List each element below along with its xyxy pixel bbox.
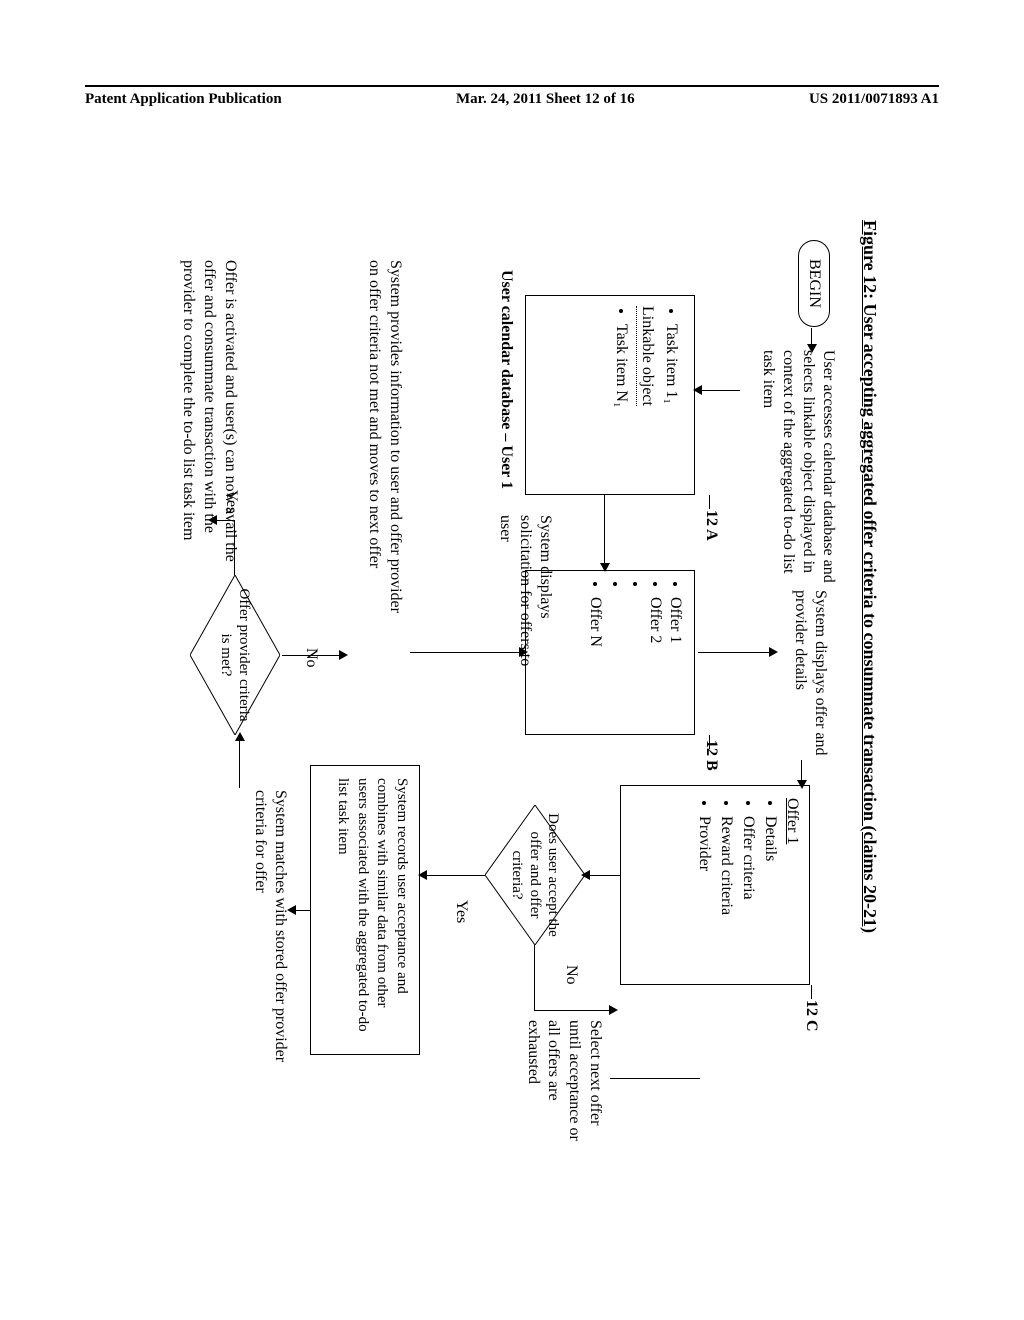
box-12b: Offer 1 Offer 2 Offer N (525, 570, 695, 735)
select-next-text: Select next offer until acceptance or al… (522, 1020, 605, 1150)
box-12a: Task item 1₁ Linkable object Task item N… (525, 295, 695, 495)
figure-rotated-wrapper: Figure 12: User accepting aggregated off… (30, 310, 970, 1070)
detail-item: Details (761, 816, 779, 972)
offer-activated-text: Offer is activated and user(s) can now a… (178, 260, 240, 580)
offer-item (606, 597, 624, 726)
arrow-line (709, 495, 710, 509)
no-label: No (302, 648, 320, 668)
label-12c: 12 C (802, 1000, 820, 1032)
match-text: System matches with stored offer provide… (250, 790, 290, 1070)
arrow-line (709, 735, 710, 749)
box-12a-caption: User calendar database – User 1 (497, 270, 515, 489)
yes-label: Yes (452, 900, 470, 923)
detail-item: Reward criteria (717, 816, 735, 972)
decision-criteria-met: Offer provider criteria is met? (190, 575, 280, 735)
arrow-line (700, 390, 740, 391)
box-12c: Offer 1 Details Offer criteria Reward cr… (620, 785, 810, 985)
offer-item: Offer N (586, 597, 604, 726)
arrow-head-icon (339, 650, 348, 660)
arrow-head-icon (519, 647, 528, 657)
offer-item: Offer 2 (646, 597, 664, 726)
arrow-line (801, 760, 802, 782)
date-sheet: Mar. 24, 2011 Sheet 12 of 16 (456, 91, 635, 108)
arrow-line (425, 875, 485, 876)
begin-node: BEGIN (798, 240, 830, 327)
arrow-line (294, 910, 310, 911)
arrow-head-icon (807, 344, 817, 353)
detail-item: Provider (695, 816, 713, 972)
detail-item: Offer criteria (739, 816, 757, 972)
decision-accept-offer: Does user accept the offer and offer cri… (485, 805, 585, 945)
pub-label: Patent Application Publication (85, 91, 282, 108)
arrow-line (410, 652, 520, 653)
provider-info-text: System provides information to user and … (363, 260, 405, 630)
arrow-line (534, 945, 535, 1010)
display-offer-text: System displays offer and provider detai… (790, 590, 830, 760)
offer-heading: Offer 1 (784, 798, 801, 844)
task-item: Task item 1₁ (662, 324, 680, 484)
access-calendar-text: User accesses calendar database and sele… (758, 350, 838, 590)
task-item: Task item N₁ (612, 324, 630, 484)
arrow-line (534, 1010, 610, 1011)
figure-title: Figure 12: User accepting aggregated off… (859, 220, 880, 933)
arrow-head-icon (769, 647, 778, 657)
arrow-line (698, 652, 770, 653)
arrow-line (610, 1078, 700, 1079)
offer-item (626, 597, 644, 726)
label-12a: 12 A (702, 510, 720, 541)
arrow-line (588, 875, 620, 876)
no-label: No (562, 965, 580, 985)
arrow-line (282, 655, 340, 656)
label-12b: 12 B (702, 740, 720, 771)
page-header: Patent Application Publication Mar. 24, … (85, 85, 939, 108)
figure-canvas: Figure 12: User accepting aggregated off… (120, 220, 880, 1160)
linkable-object: Linkable object (636, 306, 656, 406)
arrow-head-icon (609, 1005, 618, 1015)
offer-item: Offer 1 (666, 597, 684, 726)
box-records: System records user acceptance and combi… (310, 765, 420, 1055)
pub-number: US 2011/0071893 A1 (809, 91, 939, 108)
arrow-line (604, 495, 605, 565)
arrow-line (239, 740, 240, 788)
arrow-line (811, 985, 812, 999)
